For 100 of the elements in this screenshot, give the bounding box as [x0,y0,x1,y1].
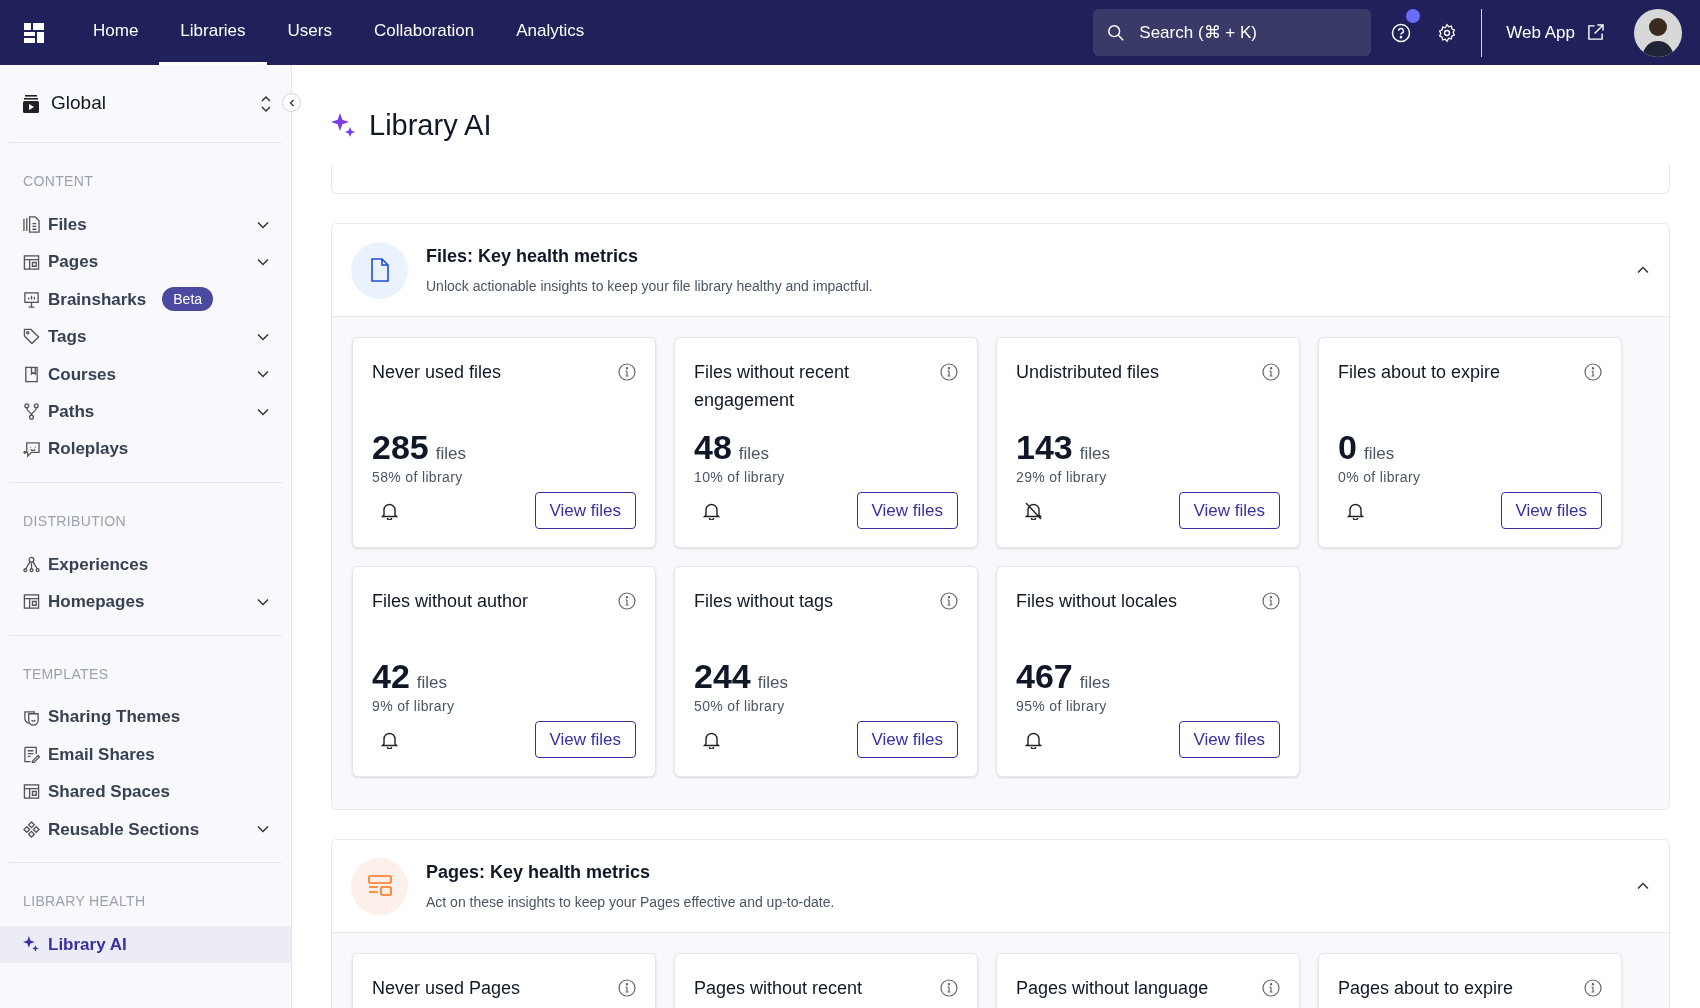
info-icon[interactable] [940,979,958,997]
metric-share: 29% of library [1016,467,1108,487]
files-icon [23,216,40,234]
section-heading: DISTRIBUTION [22,511,127,531]
avatar[interactable] [1634,8,1682,57]
network-icon [23,555,40,573]
info-icon[interactable] [618,592,636,610]
help-icon[interactable] [1391,22,1412,43]
sidebar-item[interactable]: Email Shares [9,735,282,774]
nav-tab[interactable]: Collaboration [352,0,496,65]
layout-icon [23,783,40,801]
layout-icon [367,875,392,897]
metric-unit: files [1079,672,1110,694]
bell-icon[interactable] [1025,730,1042,749]
presentation-icon [23,290,40,308]
document-icon [369,258,390,282]
bell-icon[interactable] [1347,501,1364,520]
info-icon[interactable] [1584,979,1602,997]
bell-icon[interactable] [381,730,398,749]
sparkle-icon [23,936,40,954]
sidebar-item[interactable]: Paths [9,392,282,431]
settings-icon[interactable] [1437,22,1458,43]
metric-share: 0% of library [1338,467,1422,487]
info-icon[interactable] [618,979,636,997]
view-files-button[interactable]: View files [856,492,958,529]
card-title: Pages without recent [694,977,864,1000]
info-icon[interactable] [940,592,958,610]
sidebar-item[interactable]: Courses [9,355,282,393]
sidebar-item[interactable]: Experiences [9,545,282,584]
metric-unit: files [1079,443,1110,465]
sidebar-item[interactable]: Shared Spaces [9,773,282,811]
card-title: Pages without language [1016,977,1210,1000]
sidebar-item[interactable]: Tags [9,318,282,356]
external-link-icon [1587,24,1604,41]
card-title: Files about to expire [1338,361,1502,384]
metric-share: 10% of library [694,467,786,487]
nav-tab[interactable]: Analytics [495,0,606,65]
view-files-button[interactable]: View files [534,721,636,758]
bell-icon[interactable] [381,501,398,520]
collapse-button[interactable] [282,93,301,112]
nav-tab[interactable]: Users [266,0,353,65]
sidebar-item[interactable]: Pages [9,243,282,281]
view-files-button[interactable]: View files [1178,492,1280,529]
card-title: Files without recent engagement [694,361,851,412]
sidebar-item[interactable]: Homepages [9,583,282,621]
card-title: Files without author [372,590,530,613]
info-icon[interactable] [1584,363,1602,381]
metric-share: 9% of library [372,696,456,716]
search-icon [1107,23,1126,42]
page-title: Library AI [369,108,492,144]
card-title: Files without locales [1016,590,1179,613]
info-icon[interactable] [940,363,958,381]
sidebar-item[interactable]: Reusable Sections [9,810,282,849]
card-title: Undistributed files [1016,361,1161,384]
info-icon[interactable] [1262,979,1280,997]
card-title: Pages about to expire [1338,977,1515,1000]
sidebar-item[interactable]: Roleplays [9,430,282,468]
info-icon[interactable] [618,363,636,381]
fork-icon [23,403,40,421]
beta-badge: Beta [162,287,214,312]
sidebar-item[interactable]: Library AI [0,926,291,964]
section-heading: TEMPLATES [22,664,110,684]
sidebar-item[interactable]: Files [9,206,282,244]
section-title: Files: Key health metrics [426,245,640,268]
card-title: Never used Pages [372,977,522,1000]
metric-value: 143 [1016,428,1073,466]
section-subtitle: Act on these insights to keep your Pages effective and up-to-date. [426,893,836,912]
sidebar-item[interactable]: Brainsharks Beta [9,280,282,319]
edit-icon [23,746,40,764]
tag-icon [23,328,40,346]
chat-icon [23,440,40,458]
nav-tab[interactable]: Home [72,0,160,65]
info-icon[interactable] [1262,592,1280,610]
metric-unit: files [435,443,466,465]
library-icon [23,94,39,113]
view-files-button[interactable]: View files [1178,721,1280,758]
view-files-button[interactable]: View files [1500,492,1602,529]
info-icon[interactable] [1262,363,1280,381]
metric-unit: files [416,672,448,694]
search-field[interactable]: Search (⌘ + K) [1093,9,1372,56]
chevron-left-icon [287,98,296,107]
sort-icon[interactable] [260,94,272,113]
theme-icon [23,708,40,726]
view-files-button[interactable]: View files [856,721,958,758]
view-files-button[interactable]: View files [534,492,636,529]
web-app-link[interactable]: Web App [1506,19,1604,46]
sidebar-item[interactable]: Sharing Themes [9,698,282,736]
layout-icon [23,593,40,611]
section-heading: CONTENT [22,172,95,191]
metric-unit: files [1363,443,1395,465]
components-icon [23,820,40,838]
section-title: Pages: Key health metrics [426,861,652,884]
metric-share: 50% of library [694,696,786,716]
bell-off-icon[interactable] [1025,501,1042,520]
metric-unit: files [757,672,788,694]
bell-icon[interactable] [703,730,720,749]
bell-icon[interactable] [703,501,720,520]
logo-icon[interactable] [24,22,44,43]
scope-selector[interactable]: Global [51,89,260,118]
metric-share: 95% of library [1016,696,1108,716]
